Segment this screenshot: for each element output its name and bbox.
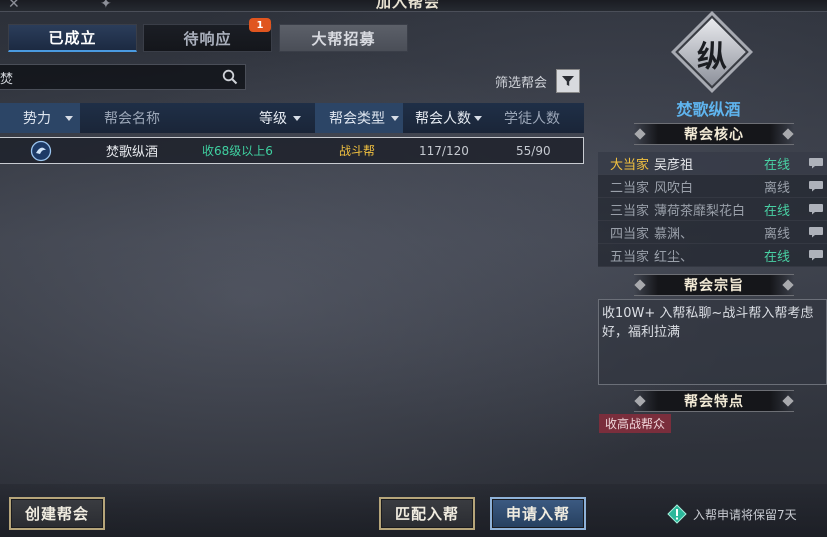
column-apprentice-count: 学徒人数 — [504, 111, 560, 127]
purpose-section-title: 帮会宗旨 — [634, 274, 794, 296]
apply-guild-button[interactable]: 申请入帮 — [490, 497, 586, 530]
list-item: 二当家 风吹白 离线 — [598, 175, 827, 198]
pending-count-badge: 1 — [249, 18, 271, 32]
status-label: 在线 — [764, 203, 791, 219]
role-label: 四当家 — [610, 226, 650, 242]
corner-ornament-icon: ✕ — [8, 0, 20, 12]
status-label: 离线 — [764, 180, 791, 196]
chevron-down-icon — [474, 115, 482, 121]
guild-name: 焚歌纵酒 — [676, 100, 741, 119]
list-item: 三当家 薄荷茶靡梨花白 在线 — [598, 198, 827, 221]
member-count-cell: 117/120 — [419, 143, 469, 158]
tab-big-guild-recruit[interactable]: 大帮招募 — [279, 24, 408, 52]
list-item: 五当家 红尘、 在线 — [598, 244, 827, 267]
chat-bubble-icon[interactable] — [808, 180, 824, 192]
chat-bubble-icon[interactable] — [808, 203, 824, 215]
search-icon[interactable] — [222, 69, 238, 85]
chevron-down-icon — [293, 115, 301, 121]
role-label: 五当家 — [610, 249, 650, 265]
role-label: 大当家 — [610, 157, 650, 173]
faction-icon — [30, 138, 52, 163]
column-guild-type[interactable]: 帮会类型 — [315, 103, 403, 133]
search-input[interactable] — [0, 65, 218, 89]
match-guild-button[interactable]: 匹配入帮 — [379, 497, 475, 530]
list-item: 大当家 吴彦祖 在线 — [598, 152, 827, 175]
member-name: 薄荷茶靡梨花白 — [654, 203, 746, 219]
column-level[interactable]: 等级 — [259, 103, 319, 133]
role-label: 三当家 — [610, 203, 650, 219]
column-member-count[interactable]: 帮会人数 — [415, 103, 495, 133]
level-cell: 收68级以上6 — [202, 144, 273, 158]
tab-established[interactable]: 已成立 — [8, 24, 137, 52]
chat-bubble-icon[interactable] — [808, 249, 824, 261]
member-name: 风吹白 — [654, 180, 694, 196]
apprentice-count-cell: 55/90 — [516, 143, 551, 158]
guild-purpose-text: 收10W+ 入帮私聊~战斗帮入帮考虑好，福利拉满 — [598, 299, 827, 385]
chevron-down-icon — [65, 115, 73, 121]
table-row[interactable]: 焚歌纵酒 收68级以上6 战斗帮 117/120 55/90 — [0, 137, 584, 164]
guild-type-cell: 战斗帮 — [339, 144, 376, 158]
guild-detail-panel: 纵 焚歌纵酒 帮会核心 大当家 吴彦祖 在线 二当家 风吹白 离线 三当家 薄荷… — [590, 12, 827, 484]
apply-note: 入帮申请将保留7天 — [667, 504, 797, 524]
search-box — [0, 64, 246, 90]
corner-ornament-icon: ✦ — [100, 0, 112, 12]
guild-emblem-char: 纵 — [697, 40, 727, 75]
core-member-list: 大当家 吴彦祖 在线 二当家 风吹白 离线 三当家 薄荷茶靡梨花白 在线 四当家… — [598, 152, 827, 267]
window-title: 加入帮会 — [376, 0, 441, 11]
filter-label: 筛选帮会 — [495, 76, 548, 91]
create-guild-button[interactable]: 创建帮会 — [9, 497, 105, 530]
status-label: 在线 — [764, 249, 791, 265]
window-title-bar: 加入帮会 — [0, 0, 827, 12]
chat-bubble-icon[interactable] — [808, 157, 824, 169]
chat-bubble-icon[interactable] — [808, 226, 824, 238]
column-faction[interactable]: 势力 — [0, 103, 80, 133]
list-item: 四当家 慕渊、 离线 — [598, 221, 827, 244]
status-label: 离线 — [764, 226, 791, 242]
filter-button[interactable] — [556, 69, 580, 93]
status-label: 在线 — [764, 157, 791, 173]
feature-tag: 收高战帮众 — [599, 414, 672, 433]
chevron-down-icon — [391, 115, 399, 121]
features-section-title: 帮会特点 — [634, 390, 794, 412]
filter-icon — [562, 76, 574, 86]
role-label: 二当家 — [610, 180, 650, 196]
member-name: 红尘、 — [654, 249, 694, 265]
member-name: 慕渊、 — [654, 226, 694, 242]
apply-note-text: 入帮申请将保留7天 — [693, 507, 797, 522]
guild-name-cell: 焚歌纵酒 — [106, 145, 159, 160]
member-name: 吴彦祖 — [654, 157, 694, 173]
info-diamond-icon — [667, 504, 687, 524]
table-header: 势力 帮会名称 等级 帮会类型 帮会人数 学徒人数 — [0, 103, 584, 133]
column-guild-name: 帮会名称 — [104, 111, 160, 127]
core-section-title: 帮会核心 — [634, 123, 794, 145]
